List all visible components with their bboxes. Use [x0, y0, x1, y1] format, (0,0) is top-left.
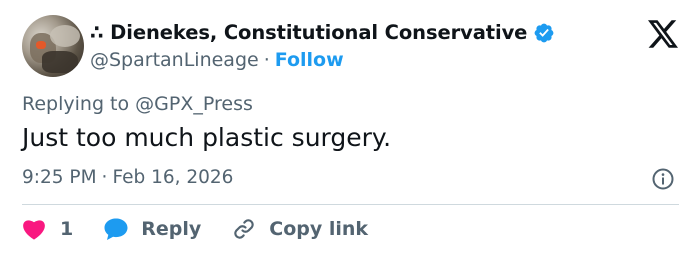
follow-button[interactable]: Follow	[275, 49, 344, 71]
tweet-time[interactable]: 9:25 PM	[22, 167, 97, 188]
reply-button[interactable]: Reply	[103, 217, 231, 241]
reply-context: Replying to @GPX_Press	[22, 93, 253, 115]
handle-row: @SpartanLineage · Follow	[90, 49, 344, 71]
heart-icon	[23, 220, 45, 240]
separator: ·	[263, 49, 270, 71]
tweet-text: Just too much plastic surgery.	[22, 123, 392, 152]
divider	[22, 204, 679, 205]
like-button[interactable]: 1	[22, 218, 103, 240]
timestamp[interactable]: 9:25 PM · Feb 16, 2026	[22, 167, 233, 188]
author-header: ∴ Dienekes, Constitutional Conservative	[90, 21, 555, 44]
display-name[interactable]: ∴ Dienekes, Constitutional Conservative	[90, 21, 527, 44]
reply-label: Reply	[141, 218, 202, 240]
x-logo-icon[interactable]	[648, 20, 678, 48]
tweet-date[interactable]: Feb 16, 2026	[112, 167, 233, 188]
copy-link-label: Copy link	[269, 218, 369, 240]
reply-bubble-icon	[104, 218, 128, 240]
verified-badge-icon	[534, 23, 554, 42]
avatar[interactable]	[22, 15, 84, 77]
separator: ·	[101, 167, 108, 188]
handle[interactable]: @SpartanLineage	[90, 49, 259, 71]
link-icon	[234, 219, 254, 239]
reply-mention-link[interactable]: @GPX_Press	[135, 93, 253, 115]
info-icon[interactable]	[651, 167, 675, 191]
copy-link-button[interactable]: Copy link	[231, 216, 368, 242]
like-count: 1	[60, 218, 74, 240]
action-bar: 1 Reply Copy link	[22, 214, 368, 244]
replying-prefix: Replying to	[22, 93, 130, 115]
